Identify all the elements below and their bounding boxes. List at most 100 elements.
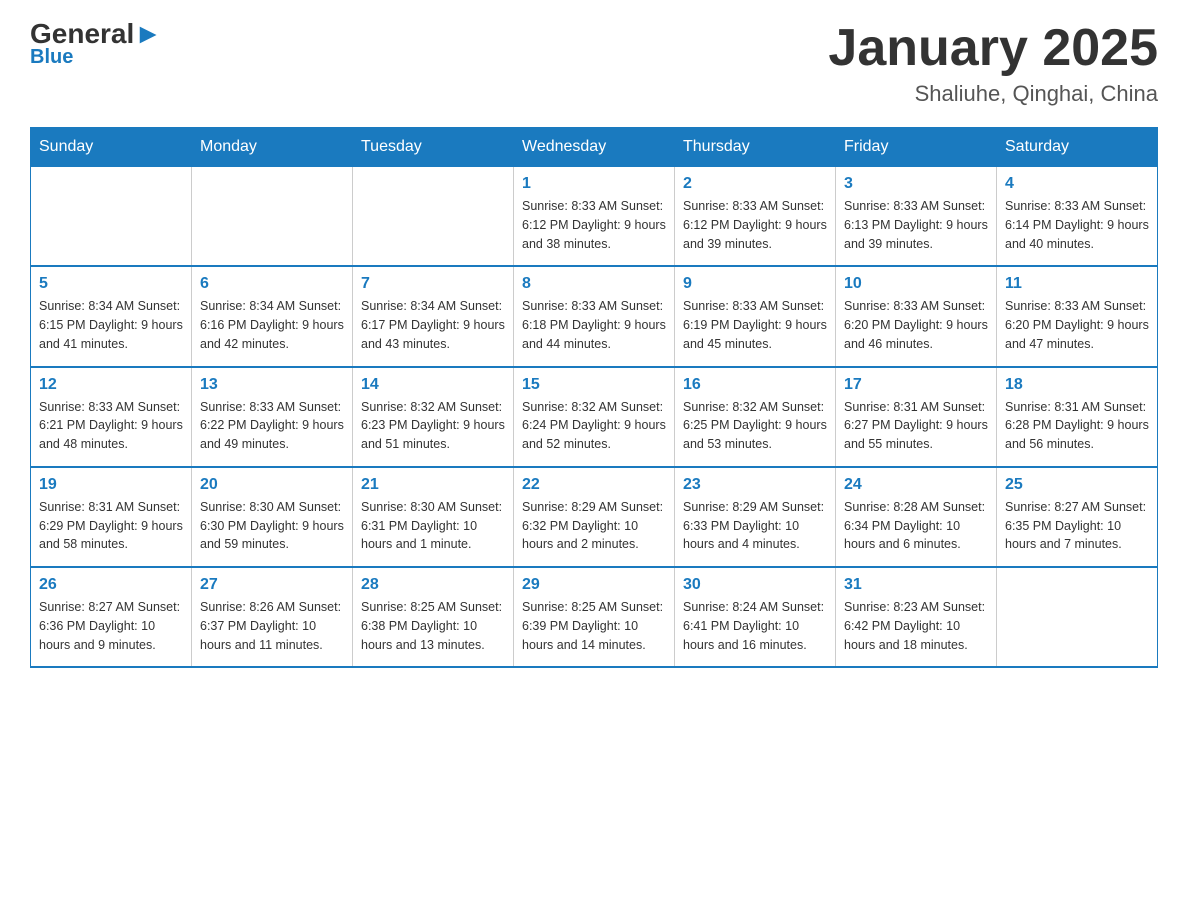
col-sunday: Sunday xyxy=(31,128,192,167)
day-number: 17 xyxy=(844,376,988,394)
day-info: Sunrise: 8:31 AM Sunset: 6:28 PM Dayligh… xyxy=(1005,398,1149,454)
day-cell: 21 Sunrise: 8:30 AM Sunset: 6:31 PM Dayli… xyxy=(353,467,514,567)
logo: General► Blue xyxy=(30,20,162,69)
day-info: Sunrise: 8:34 AM Sunset: 6:16 PM Dayligh… xyxy=(200,297,344,353)
day-number: 13 xyxy=(200,376,344,394)
day-cell: 17 Sunrise: 8:31 AM Sunset: 6:27 PM Dayli… xyxy=(836,367,997,467)
day-info: Sunrise: 8:33 AM Sunset: 6:13 PM Dayligh… xyxy=(844,197,988,253)
day-number: 21 xyxy=(361,476,505,494)
calendar-table: Sunday Monday Tuesday Wednesday Thursday… xyxy=(30,127,1158,668)
day-cell: 1Sunrise: 8:33 AM Sunset: 6:12 PM Daylig… xyxy=(514,167,675,267)
day-cell: 31 Sunrise: 8:23 AM Sunset: 6:42 PM Dayli… xyxy=(836,567,997,667)
day-cell: 9 Sunrise: 8:33 AM Sunset: 6:19 PM Daylig… xyxy=(675,266,836,366)
day-number: 22 xyxy=(522,476,666,494)
day-number: 8 xyxy=(522,275,666,293)
day-cell: 16Sunrise: 8:32 AM Sunset: 6:25 PM Dayli… xyxy=(675,367,836,467)
day-number: 28 xyxy=(361,576,505,594)
day-number: 7 xyxy=(361,275,505,293)
day-info: Sunrise: 8:33 AM Sunset: 6:21 PM Dayligh… xyxy=(39,398,183,454)
col-saturday: Saturday xyxy=(997,128,1158,167)
day-cell: 12 Sunrise: 8:33 AM Sunset: 6:21 PM Dayli… xyxy=(31,367,192,467)
day-cell xyxy=(192,167,353,267)
day-cell: 29 Sunrise: 8:25 AM Sunset: 6:39 PM Dayli… xyxy=(514,567,675,667)
day-number: 27 xyxy=(200,576,344,594)
header-row: Sunday Monday Tuesday Wednesday Thursday… xyxy=(31,128,1158,167)
day-info: Sunrise: 8:28 AM Sunset: 6:34 PM Dayligh… xyxy=(844,498,988,554)
day-info: Sunrise: 8:29 AM Sunset: 6:32 PM Dayligh… xyxy=(522,498,666,554)
day-cell: 25Sunrise: 8:27 AM Sunset: 6:35 PM Dayli… xyxy=(997,467,1158,567)
day-number: 20 xyxy=(200,476,344,494)
logo-blue: Blue xyxy=(30,46,73,69)
day-info: Sunrise: 8:33 AM Sunset: 6:20 PM Dayligh… xyxy=(844,297,988,353)
day-number: 31 xyxy=(844,576,988,594)
day-number: 16 xyxy=(683,376,827,394)
day-info: Sunrise: 8:30 AM Sunset: 6:30 PM Dayligh… xyxy=(200,498,344,554)
day-cell: 24 Sunrise: 8:28 AM Sunset: 6:34 PM Dayli… xyxy=(836,467,997,567)
week-row-4: 19Sunrise: 8:31 AM Sunset: 6:29 PM Dayli… xyxy=(31,467,1158,567)
day-cell xyxy=(997,567,1158,667)
day-info: Sunrise: 8:30 AM Sunset: 6:31 PM Dayligh… xyxy=(361,498,505,554)
day-info: Sunrise: 8:33 AM Sunset: 6:22 PM Dayligh… xyxy=(200,398,344,454)
day-cell: 19Sunrise: 8:31 AM Sunset: 6:29 PM Dayli… xyxy=(31,467,192,567)
day-info: Sunrise: 8:33 AM Sunset: 6:19 PM Dayligh… xyxy=(683,297,827,353)
calendar-header: Sunday Monday Tuesday Wednesday Thursday… xyxy=(31,128,1158,167)
col-wednesday: Wednesday xyxy=(514,128,675,167)
col-tuesday: Tuesday xyxy=(353,128,514,167)
logo-arrow: ► xyxy=(134,18,162,49)
day-cell: 20 Sunrise: 8:30 AM Sunset: 6:30 PM Dayli… xyxy=(192,467,353,567)
day-number: 24 xyxy=(844,476,988,494)
day-cell: 3 Sunrise: 8:33 AM Sunset: 6:13 PM Daylig… xyxy=(836,167,997,267)
logo-general: General► xyxy=(30,20,162,48)
day-cell: 26 Sunrise: 8:27 AM Sunset: 6:36 PM Dayli… xyxy=(31,567,192,667)
day-cell: 11Sunrise: 8:33 AM Sunset: 6:20 PM Dayli… xyxy=(997,266,1158,366)
col-monday: Monday xyxy=(192,128,353,167)
day-cell: 10 Sunrise: 8:33 AM Sunset: 6:20 PM Dayli… xyxy=(836,266,997,366)
day-cell: 30 Sunrise: 8:24 AM Sunset: 6:41 PM Dayli… xyxy=(675,567,836,667)
day-info: Sunrise: 8:34 AM Sunset: 6:15 PM Dayligh… xyxy=(39,297,183,353)
day-info: Sunrise: 8:27 AM Sunset: 6:35 PM Dayligh… xyxy=(1005,498,1149,554)
day-cell: 13 Sunrise: 8:33 AM Sunset: 6:22 PM Dayli… xyxy=(192,367,353,467)
day-number: 12 xyxy=(39,376,183,394)
day-cell: 8Sunrise: 8:33 AM Sunset: 6:18 PM Daylig… xyxy=(514,266,675,366)
day-info: Sunrise: 8:33 AM Sunset: 6:14 PM Dayligh… xyxy=(1005,197,1149,253)
day-info: Sunrise: 8:27 AM Sunset: 6:36 PM Dayligh… xyxy=(39,598,183,654)
day-number: 11 xyxy=(1005,275,1149,293)
day-number: 2 xyxy=(683,175,827,193)
day-cell: 7Sunrise: 8:34 AM Sunset: 6:17 PM Daylig… xyxy=(353,266,514,366)
day-number: 29 xyxy=(522,576,666,594)
week-row-3: 12 Sunrise: 8:33 AM Sunset: 6:21 PM Dayli… xyxy=(31,367,1158,467)
day-number: 30 xyxy=(683,576,827,594)
day-cell xyxy=(353,167,514,267)
day-cell: 4 Sunrise: 8:33 AM Sunset: 6:14 PM Daylig… xyxy=(997,167,1158,267)
page-header: General► Blue January 2025 Shaliuhe, Qin… xyxy=(30,20,1158,107)
day-info: Sunrise: 8:26 AM Sunset: 6:37 PM Dayligh… xyxy=(200,598,344,654)
day-cell: 6 Sunrise: 8:34 AM Sunset: 6:16 PM Daylig… xyxy=(192,266,353,366)
day-info: Sunrise: 8:25 AM Sunset: 6:39 PM Dayligh… xyxy=(522,598,666,654)
day-cell: 22 Sunrise: 8:29 AM Sunset: 6:32 PM Dayli… xyxy=(514,467,675,567)
day-number: 1 xyxy=(522,175,666,193)
week-row-1: 1 Sunrise: 8:33 AM Sunset: 6:12 PM Daylig… xyxy=(31,167,1158,267)
day-cell: 5 Sunrise: 8:34 AM Sunset: 6:15 PM Daylig… xyxy=(31,266,192,366)
day-number: 4 xyxy=(1005,175,1149,193)
day-number: 26 xyxy=(39,576,183,594)
day-number: 3 xyxy=(844,175,988,193)
day-info: Sunrise: 8:24 AM Sunset: 6:41 PM Dayligh… xyxy=(683,598,827,654)
day-cell: 2 Sunrise: 8:33 AM Sunset: 6:12 PM Daylig… xyxy=(675,167,836,267)
day-number: 10 xyxy=(844,275,988,293)
day-number: 23 xyxy=(683,476,827,494)
day-number: 6 xyxy=(200,275,344,293)
day-info: Sunrise: 8:29 AM Sunset: 6:33 PM Dayligh… xyxy=(683,498,827,554)
calendar-subtitle: Shaliuhe, Qinghai, China xyxy=(828,81,1158,107)
calendar-body: 1 Sunrise: 8:33 AM Sunset: 6:12 PM Daylig… xyxy=(31,167,1158,668)
day-number: 9 xyxy=(683,275,827,293)
day-info: Sunrise: 8:31 AM Sunset: 6:27 PM Dayligh… xyxy=(844,398,988,454)
day-info: Sunrise: 8:33 AM Sunset: 6:12 PM Dayligh… xyxy=(683,197,827,253)
day-info: Sunrise: 8:32 AM Sunset: 6:23 PM Dayligh… xyxy=(361,398,505,454)
day-info: Sunrise: 8:25 AM Sunset: 6:38 PM Dayligh… xyxy=(361,598,505,654)
col-friday: Friday xyxy=(836,128,997,167)
day-number: 5 xyxy=(39,275,183,293)
day-number: 18 xyxy=(1005,376,1149,394)
day-info: Sunrise: 8:23 AM Sunset: 6:42 PM Dayligh… xyxy=(844,598,988,654)
day-number: 15 xyxy=(522,376,666,394)
day-cell xyxy=(31,167,192,267)
